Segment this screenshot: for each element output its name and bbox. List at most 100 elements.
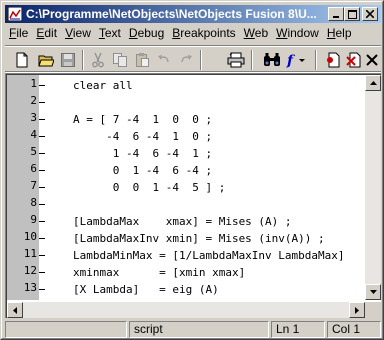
menu-debug-label: ebug: [137, 26, 165, 40]
paste-icon: [136, 53, 149, 67]
maximize-button[interactable]: [344, 7, 360, 21]
matlab-app-icon[interactable]: [7, 6, 23, 22]
menu-debug-accel: D: [128, 26, 138, 40]
code-line[interactable]: 1 -4 6 -4 1 ;: [73, 145, 212, 162]
print-icon: [227, 52, 245, 68]
breakpoint-marker[interactable]: [39, 221, 45, 222]
scroll-down-button[interactable]: [365, 284, 381, 300]
line-number: 2: [30, 94, 37, 107]
code-line[interactable]: 0 0 1 -4 5 ] ;: [73, 179, 226, 196]
code-line[interactable]: xminmax = [xmin xmax]: [73, 264, 245, 281]
menu-text[interactable]: Text: [95, 25, 125, 42]
clear-breakpoint-icon: [346, 52, 361, 68]
arrow-left-icon: [13, 306, 17, 314]
line-number: 1: [30, 77, 37, 90]
save-button[interactable]: [57, 50, 79, 70]
breakpoint-marker[interactable]: [39, 85, 45, 86]
code-line[interactable]: [X Lambda] = eig (A): [73, 281, 219, 298]
menu-window[interactable]: Window: [272, 25, 323, 42]
toolbar-frame: f: [5, 46, 381, 72]
line-number: 13: [23, 281, 37, 294]
function-icon: f: [286, 53, 305, 68]
redo-icon: [181, 55, 192, 63]
breakpoint-marker[interactable]: [39, 102, 45, 103]
paste-button[interactable]: [131, 50, 153, 70]
code-line[interactable]: clear all: [73, 77, 133, 94]
print-button[interactable]: [225, 50, 247, 70]
status-mode: script: [129, 321, 269, 338]
code-line[interactable]: [LambdaMax xmax] = Mises (A) ;: [73, 213, 292, 230]
undo-icon: [158, 55, 169, 63]
close-editor-button[interactable]: [361, 50, 383, 70]
code-line[interactable]: 0 1 -4 6 -4 ;: [73, 162, 212, 179]
undo-button[interactable]: [153, 50, 175, 70]
editor-window: C:\Programme\NetObjects\NetObjects Fusio…: [0, 0, 384, 340]
menu-text-label: ext: [104, 26, 121, 40]
breakpoint-marker[interactable]: [39, 204, 45, 205]
menu-web-label: eb: [254, 26, 269, 40]
menu-web[interactable]: Web: [240, 25, 272, 42]
open-button[interactable]: [35, 50, 57, 70]
breakpoint-marker[interactable]: [39, 136, 45, 137]
new-button[interactable]: [11, 50, 33, 70]
line-number: 7: [30, 179, 37, 192]
new-document-icon: [16, 52, 28, 68]
code-text-area[interactable]: clear all A = [ 7 -4 1 0 0 ; -4 6 -4 1 0…: [39, 75, 365, 300]
cut-icon: [92, 52, 104, 68]
line-number-gutter: 1 2 3 4 5 6 7 8 9 10 11 12 13: [7, 75, 39, 300]
vertical-scrollbar[interactable]: [365, 75, 381, 300]
code-line[interactable]: A = [ 7 -4 1 0 0 ;: [73, 111, 212, 128]
menu-edit[interactable]: Edit: [32, 25, 61, 42]
close-x-icon: [366, 54, 378, 66]
copy-button[interactable]: [109, 50, 131, 70]
breakpoint-marker[interactable]: [39, 170, 45, 171]
breakpoint-marker[interactable]: [39, 119, 45, 120]
code-line[interactable]: -4 6 -4 1 0 ;: [73, 128, 212, 145]
menu-bar: File Edit View Text Debug Breakpoints We…: [5, 24, 381, 43]
menu-window-label: indow: [287, 26, 319, 40]
line-number: 10: [23, 230, 37, 243]
breakpoint-marker[interactable]: [39, 187, 45, 188]
open-folder-icon: [38, 55, 54, 67]
save-icon: [61, 53, 75, 67]
close-button[interactable]: [362, 7, 378, 21]
menu-breakpoints[interactable]: Breakpoints: [168, 25, 239, 42]
redo-button[interactable]: [175, 50, 197, 70]
scroll-up-button[interactable]: [365, 75, 381, 91]
breakpoint-marker[interactable]: [39, 289, 45, 290]
copy-icon: [113, 53, 127, 67]
window-frame: C:\Programme\NetObjects\NetObjects Fusio…: [1, 1, 383, 339]
line-number: 6: [30, 162, 37, 175]
breakpoint-marker[interactable]: [39, 238, 45, 239]
status-column: Col 1: [327, 321, 381, 338]
breakpoint-marker[interactable]: [39, 255, 45, 256]
scroll-left-button[interactable]: [7, 302, 23, 318]
menu-web-accel: W: [243, 26, 255, 40]
scroll-right-button[interactable]: [349, 302, 365, 318]
toolbar-separator: [315, 50, 317, 70]
find-button[interactable]: [261, 50, 283, 70]
horizontal-scrollbar[interactable]: [7, 302, 365, 318]
arrow-up-icon: [369, 81, 377, 85]
menu-file[interactable]: File: [5, 25, 32, 42]
line-number: 11: [23, 247, 37, 260]
menu-help[interactable]: Help: [323, 25, 356, 42]
status-line: Ln 1: [271, 321, 325, 338]
title-bar[interactable]: C:\Programme\NetObjects\NetObjects Fusio…: [5, 5, 381, 23]
breakpoint-marker[interactable]: [39, 153, 45, 154]
menu-help-label: elp: [335, 26, 352, 40]
set-breakpoint-button[interactable]: [323, 50, 345, 70]
minimize-button[interactable]: [328, 7, 344, 21]
toolbar-separator: [251, 50, 253, 70]
menu-view[interactable]: View: [61, 25, 95, 42]
menu-debug[interactable]: Debug: [125, 25, 168, 42]
breakpoint-marker[interactable]: [39, 272, 45, 273]
code-line[interactable]: [LambdaMaxInv xmin] = Mises (inv(A)) ;: [73, 230, 325, 247]
function-button[interactable]: f: [285, 50, 307, 70]
cut-button[interactable]: [87, 50, 109, 70]
code-editor: 1 2 3 4 5 6 7 8 9 10 11 12 13 clear all …: [5, 73, 381, 318]
find-icon: [264, 53, 280, 66]
close-icon: [366, 10, 374, 18]
toolbar-separator: [200, 50, 202, 70]
code-line[interactable]: LambdaMinMax = [1/LambdaMaxInv LambdaMax…: [73, 247, 345, 264]
